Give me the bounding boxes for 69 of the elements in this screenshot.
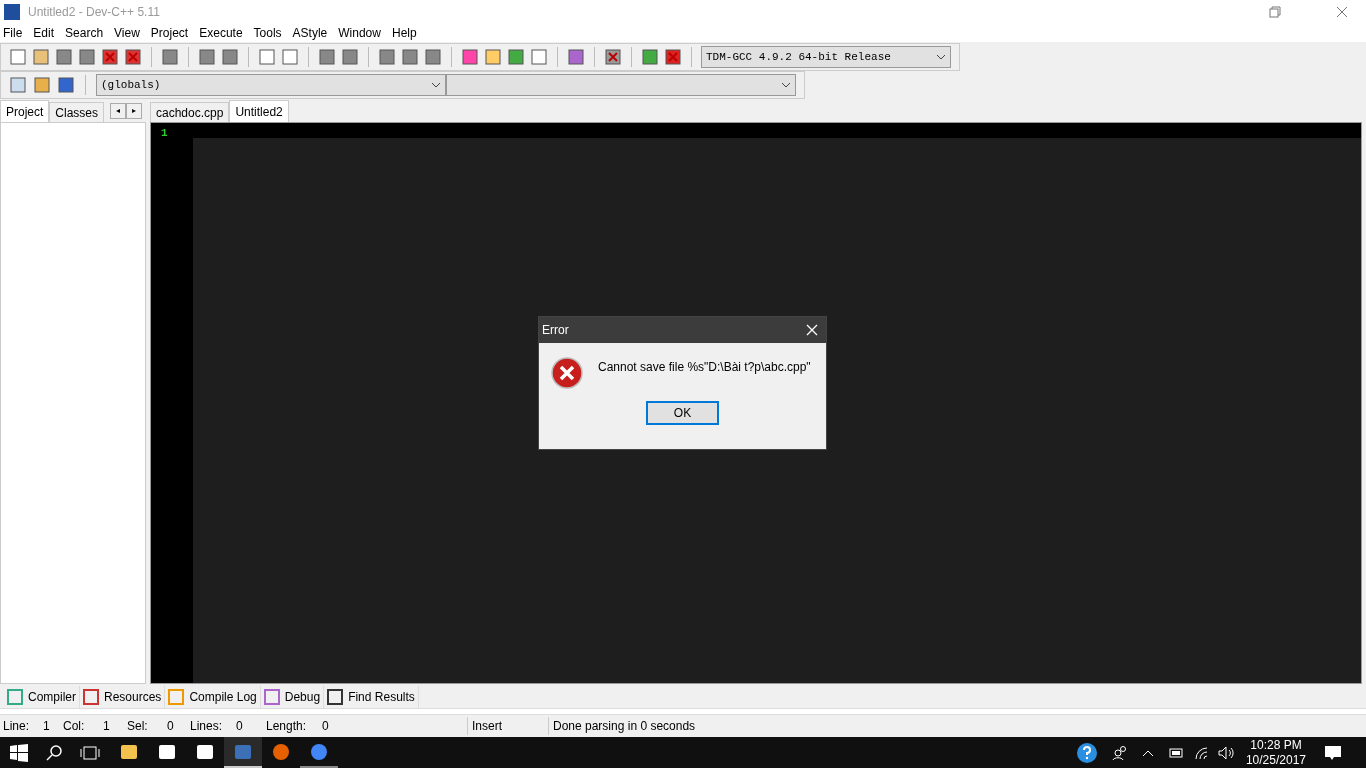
speaker-icon[interactable] (1217, 745, 1236, 760)
tab-icon (168, 689, 185, 705)
status-value: 0 (322, 718, 329, 735)
bottom-tab[interactable]: Compiler (4, 686, 80, 708)
clock-date: 10/25/2017 (1245, 752, 1306, 768)
chevron-down-icon (936, 54, 946, 60)
status-label: Sel: (127, 718, 149, 735)
menu-item[interactable]: Search (65, 24, 104, 42)
menu-item[interactable]: Execute (199, 24, 243, 42)
status-value: 1 (103, 718, 110, 735)
close-all-icon[interactable] (124, 48, 142, 66)
windows-logo-icon[interactable] (10, 743, 28, 762)
close-file-icon[interactable] (101, 48, 119, 66)
notification-icon[interactable] (1324, 744, 1342, 761)
error-icon (551, 357, 583, 389)
menu-item[interactable]: Project (150, 24, 189, 42)
app-icon (234, 742, 252, 761)
clock-time: 10:28 PM (1250, 737, 1302, 753)
menu-item[interactable]: Edit (33, 24, 55, 42)
panel-tab[interactable]: Project (0, 100, 50, 122)
compiler-select[interactable]: TDM-GCC 4.9.2 64-bit Release (701, 46, 951, 68)
tab-icon (7, 689, 23, 705)
people-icon[interactable] (1111, 744, 1128, 761)
menu-item[interactable]: Help (391, 24, 417, 42)
menu-item[interactable]: Tools (253, 24, 282, 42)
bottom-tab[interactable]: Resources (80, 686, 166, 708)
window-title: Untitled2 - Dev-C++ 5.11 (28, 4, 161, 21)
status-value: 0 (167, 718, 174, 735)
panel-tab[interactable]: Classes (49, 102, 105, 122)
bottom-tab[interactable]: Find Results (324, 686, 419, 708)
bottom-tab[interactable]: Compile Log (165, 686, 261, 708)
task-view-icon[interactable] (80, 744, 100, 761)
status-message: Done parsing in 0 seconds (553, 718, 696, 735)
page-icon[interactable] (9, 48, 27, 66)
status-label: Line: (3, 718, 31, 735)
taskbar-app[interactable] (224, 737, 262, 768)
menu-item[interactable]: Window (338, 24, 381, 42)
editor-tab[interactable]: cachdoc.cpp (150, 102, 230, 122)
tab-icon (263, 689, 280, 705)
error-message: Cannot save file %s"D:\Bài t?p\abc.cpp" (598, 359, 811, 376)
line-number: 1 (161, 126, 169, 141)
status-label: Col: (63, 718, 86, 735)
clock[interactable]: 10:28 PM 10/25/2017 (1245, 737, 1306, 768)
ok-button[interactable]: OK (646, 401, 719, 425)
scroll-tab-button[interactable]: ◂ (110, 103, 127, 119)
scroll-tab-button[interactable]: ▸ (126, 103, 143, 119)
app-logo-icon (4, 4, 20, 20)
menu-item[interactable]: File (3, 24, 23, 42)
chevron-up-icon[interactable] (1141, 748, 1154, 757)
wifi-icon[interactable] (1193, 745, 1210, 760)
restore-icon[interactable] (1269, 6, 1281, 18)
search-icon[interactable] (46, 744, 62, 761)
menu-item[interactable]: AStyle (292, 24, 328, 42)
help-icon[interactable] (1075, 741, 1098, 764)
scope-select[interactable]: (globals) (96, 74, 446, 96)
status-label: Lines: (190, 718, 224, 735)
editor-tab[interactable]: Untitled2 (229, 100, 289, 122)
menu-item[interactable]: View (114, 24, 140, 42)
status-value: 0 (236, 718, 243, 735)
box-icon (158, 742, 176, 761)
status-label: Length: (266, 718, 308, 735)
delete-icon[interactable] (604, 48, 622, 66)
tab-icon (327, 689, 344, 705)
status-value: 1 (43, 718, 50, 735)
dialog-title: Error (542, 322, 569, 339)
chevron-down-icon (781, 82, 791, 88)
status-mode: Insert (472, 718, 503, 735)
chevron-down-icon (431, 82, 441, 88)
tab-icon (83, 689, 99, 705)
